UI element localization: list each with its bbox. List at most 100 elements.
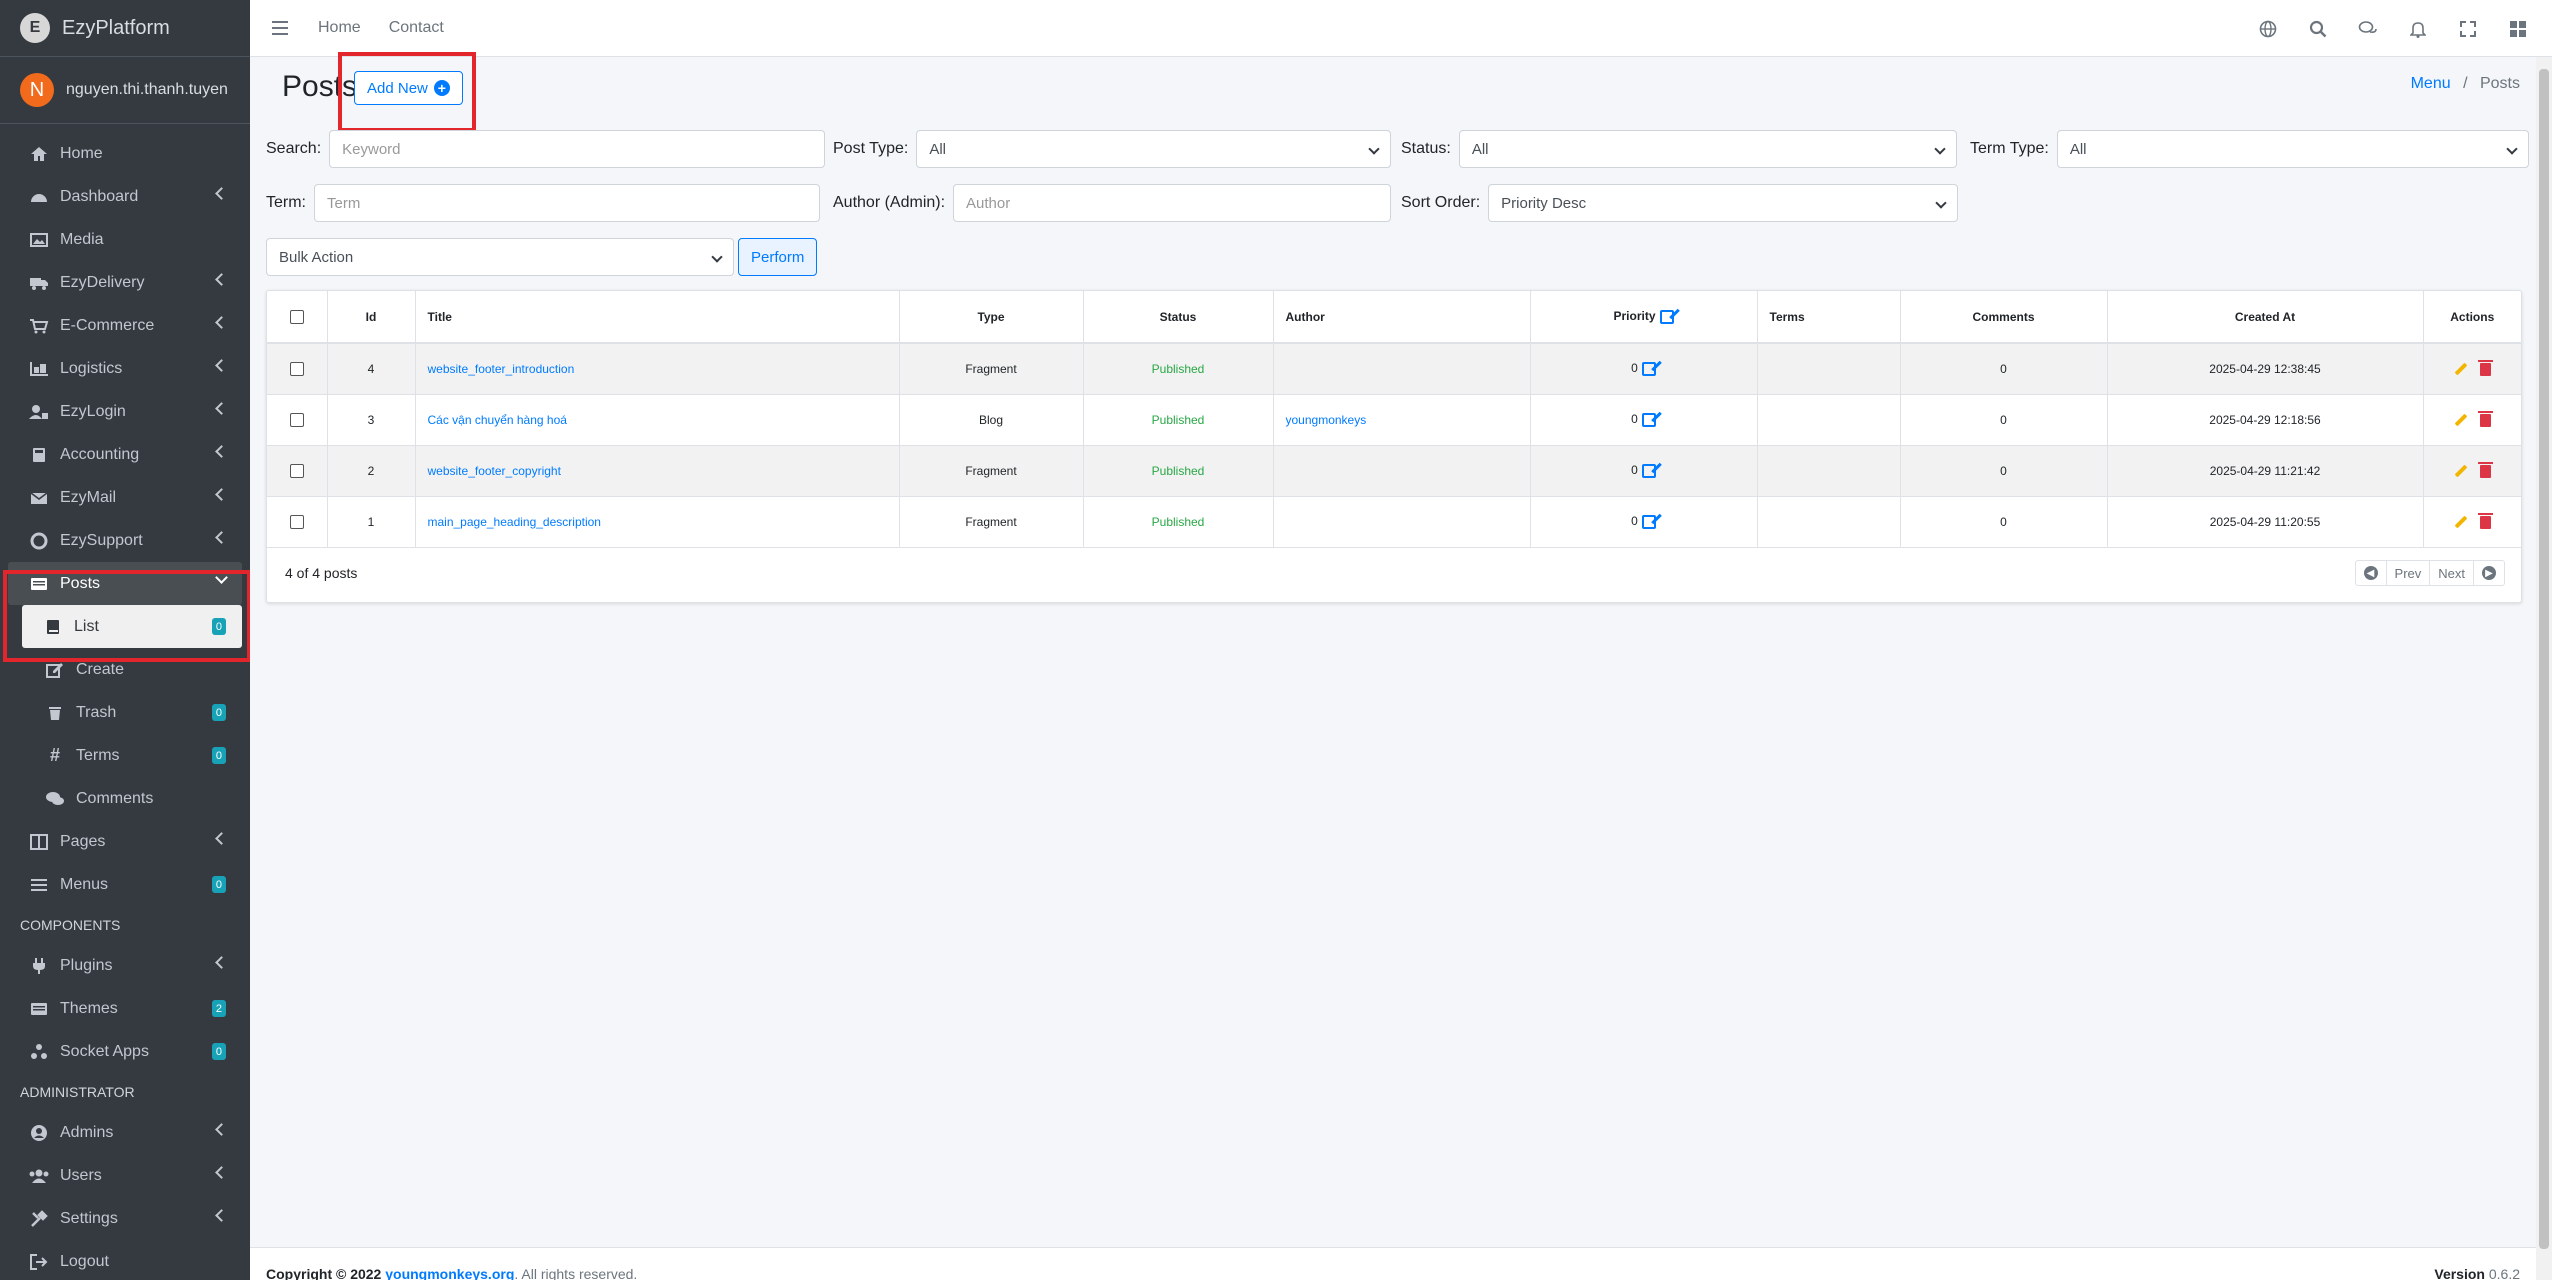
trash-icon[interactable] (2477, 410, 2493, 427)
sidebar-item-users[interactable]: Users (0, 1154, 250, 1197)
truck-icon (28, 274, 50, 292)
pencil-icon[interactable] (2454, 464, 2468, 478)
sidebar-item-pages[interactable]: Pages (0, 820, 250, 863)
cell-id: 2 (327, 445, 416, 497)
sidebar-item-settings[interactable]: Settings (0, 1197, 250, 1240)
bulk-action-select[interactable]: Bulk Action (266, 238, 734, 276)
trash-icon[interactable] (2477, 512, 2493, 529)
col-comments[interactable]: Comments (1900, 291, 2108, 344)
hash-icon: # (49, 745, 60, 765)
post-title-link[interactable]: Các vận chuyển hàng hoá (428, 413, 567, 427)
sort-order-select[interactable]: Priority Desc (1488, 184, 1959, 222)
post-title-link[interactable]: main_page_heading_description (428, 515, 601, 529)
prev-button[interactable]: Prev (2387, 561, 2431, 585)
search-input[interactable]: Keyword (329, 130, 826, 168)
post-type-select[interactable]: All (916, 130, 1392, 168)
col-status[interactable]: Status (1083, 291, 1274, 344)
post-title-link[interactable]: website_footer_introduction (428, 362, 575, 376)
sidebar-item-media[interactable]: Media (0, 218, 250, 261)
author-link[interactable]: youngmonkeys (1286, 413, 1367, 427)
row-checkbox[interactable] (289, 463, 304, 478)
edit-priority-icon[interactable] (1659, 309, 1674, 324)
sidebar-item-plugins[interactable]: Plugins (0, 944, 250, 987)
sidebar-item-ezymail[interactable]: EzyMail (0, 476, 250, 519)
sidebar-item-posts-terms[interactable]: # Terms 0 (0, 734, 250, 777)
col-title[interactable]: Title (415, 291, 900, 344)
breadcrumb: Menu / Posts (2411, 75, 2520, 93)
footer-link[interactable]: youngmonkeys.org (385, 1266, 514, 1280)
sidebar-item-dashboard[interactable]: Dashboard (0, 175, 250, 218)
edit-priority-icon[interactable] (1641, 463, 1656, 478)
main-content: Posts Add New + Menu / Posts Search: Key… (250, 52, 2552, 1247)
sidebar-item-label: Home (60, 144, 103, 162)
topbar-icons (2258, 0, 2528, 57)
sidebar-item-logistics[interactable]: Logistics (0, 347, 250, 390)
breadcrumb-menu-link[interactable]: Menu (2411, 75, 2451, 92)
sidebar-item-menus[interactable]: Menus 0 (0, 863, 250, 906)
sidebar-item-themes[interactable]: Themes 2 (0, 987, 250, 1030)
priority-value: 0 (1631, 463, 1638, 478)
row-checkbox[interactable] (289, 362, 304, 377)
apps-grid-icon[interactable] (2508, 19, 2528, 39)
bell-icon[interactable] (2408, 19, 2428, 39)
pencil-icon[interactable] (2454, 363, 2468, 376)
sidebar-item-socket-apps[interactable]: Socket Apps 0 (0, 1030, 250, 1073)
cell-priority: 0 (1530, 394, 1758, 446)
row-checkbox[interactable] (289, 514, 304, 529)
breadcrumb-current: Posts (2479, 75, 2520, 92)
posts-table-card: Id Title Type Status Author Priority Ter… (266, 290, 2522, 603)
sidebar-item-label: Logout (60, 1252, 109, 1270)
perform-button[interactable]: Perform (738, 238, 818, 276)
globe-icon[interactable] (2258, 19, 2278, 39)
topbar-home-link[interactable]: Home (318, 19, 361, 37)
post-title-link[interactable]: website_footer_copyright (428, 464, 561, 478)
pencil-icon[interactable] (2454, 413, 2468, 427)
page-scrollbar[interactable] (2536, 57, 2552, 1280)
chevron-left-icon (215, 832, 228, 845)
cell-actions (2423, 496, 2521, 548)
cell-terms (1757, 496, 1901, 548)
fullscreen-icon[interactable] (2458, 19, 2478, 39)
row-checkbox[interactable] (289, 412, 304, 427)
sidebar-item-ezylogin[interactable]: EzyLogin (0, 390, 250, 433)
sidebar-item-ecommerce[interactable]: E-Commerce (0, 304, 250, 347)
pencil-icon[interactable] (2454, 515, 2468, 529)
sidebar-item-logout[interactable]: Logout (0, 1240, 250, 1280)
sidebar-item-ezydelivery[interactable]: EzyDelivery (0, 261, 250, 304)
sidebar-item-accounting[interactable]: Accounting (0, 433, 250, 476)
search-icon[interactable] (2308, 19, 2328, 39)
brand[interactable]: E EzyPlatform (0, 0, 250, 57)
sidebar-item-admins[interactable]: Admins (0, 1111, 250, 1154)
sidebar-item-posts-trash[interactable]: Trash 0 (0, 691, 250, 734)
col-terms[interactable]: Terms (1757, 291, 1901, 344)
sidebar-item-posts-comments[interactable]: Comments (0, 777, 250, 820)
prev-arrow-button[interactable]: ◀ (2356, 561, 2387, 585)
author-input[interactable]: Author (953, 184, 1392, 222)
trash-icon[interactable] (2477, 359, 2493, 376)
user-panel[interactable]: N nguyen.thi.thanh.tuyen (0, 57, 250, 124)
sidebar-item-ezysupport[interactable]: EzySupport (0, 519, 250, 562)
edit-priority-icon[interactable] (1641, 514, 1656, 529)
hamburger-menu-icon[interactable] (272, 21, 290, 35)
col-type[interactable]: Type (899, 291, 1084, 344)
next-button[interactable]: Next (2430, 561, 2474, 585)
col-id[interactable]: Id (327, 291, 416, 344)
term-input[interactable]: Term (314, 184, 820, 222)
version-number: 0.6.2 (2488, 1266, 2520, 1280)
edit-priority-icon[interactable] (1641, 362, 1656, 377)
chevron-left-icon (215, 1209, 228, 1222)
col-created-at[interactable]: Created At (2107, 291, 2424, 344)
status-select[interactable]: All (1458, 130, 1957, 168)
scrollbar-thumb[interactable] (2539, 69, 2549, 1249)
next-arrow-button[interactable]: ▶ (2474, 561, 2504, 585)
cell-status: Published (1083, 496, 1274, 548)
edit-priority-icon[interactable] (1641, 412, 1656, 427)
trash-icon[interactable] (2477, 461, 2493, 478)
select-all-checkbox[interactable] (289, 309, 304, 324)
term-type-select[interactable]: All (2056, 130, 2529, 168)
topbar-contact-link[interactable]: Contact (389, 19, 444, 37)
col-priority[interactable]: Priority (1530, 291, 1758, 344)
messages-icon[interactable] (2358, 19, 2378, 39)
sidebar-item-home[interactable]: Home (0, 132, 250, 175)
col-author[interactable]: Author (1273, 291, 1531, 344)
